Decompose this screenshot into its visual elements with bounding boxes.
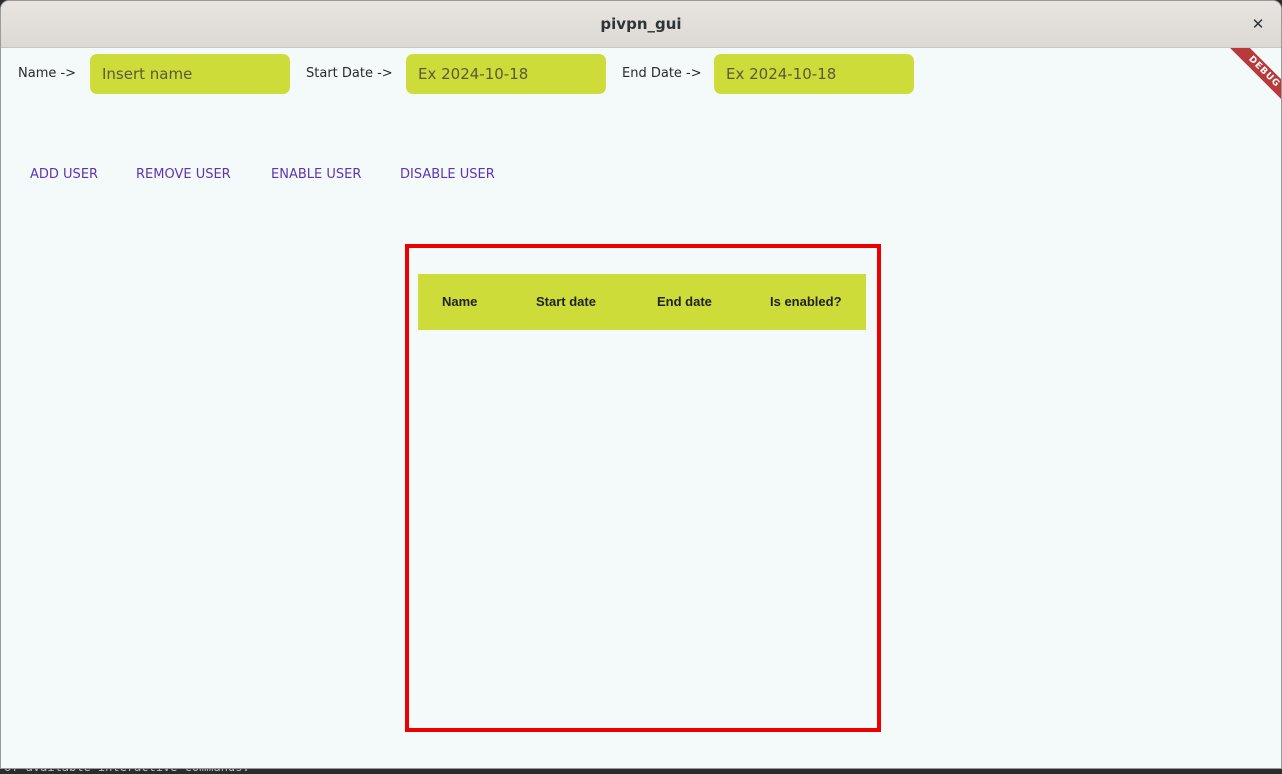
start-date-label: Start Date ->	[306, 66, 393, 81]
end-date-input[interactable]: Ex 2024-10-18	[714, 54, 914, 94]
end-date-label: End Date ->	[622, 66, 702, 81]
column-header-name: Name	[442, 294, 478, 309]
add-user-button[interactable]: ADD USER	[30, 163, 98, 185]
window-title: pivpn_gui	[600, 15, 682, 33]
close-button[interactable]: ✕	[1247, 13, 1269, 35]
disable-user-button[interactable]: DISABLE USER	[400, 163, 495, 185]
app-window: pivpn_gui ✕ DEBUG Name -> Insert name St…	[0, 0, 1282, 769]
column-header-is-enabled: Is enabled?	[770, 294, 842, 309]
close-icon: ✕	[1251, 15, 1265, 33]
name-label: Name ->	[18, 66, 77, 81]
title-bar: pivpn_gui ✕	[1, 1, 1281, 48]
remove-user-button[interactable]: REMOVE USER	[136, 163, 231, 185]
enable-user-button[interactable]: ENABLE USER	[271, 163, 361, 185]
column-header-start-date: Start date	[536, 294, 596, 309]
name-input[interactable]: Insert name	[90, 54, 290, 94]
start-date-input[interactable]: Ex 2024-10-18	[406, 54, 606, 94]
users-table-header: Name Start date End date Is enabled?	[418, 274, 866, 330]
debug-banner: DEBUG	[1217, 48, 1281, 112]
column-header-end-date: End date	[657, 294, 712, 309]
debug-banner-text: DEBUG	[1227, 48, 1281, 109]
